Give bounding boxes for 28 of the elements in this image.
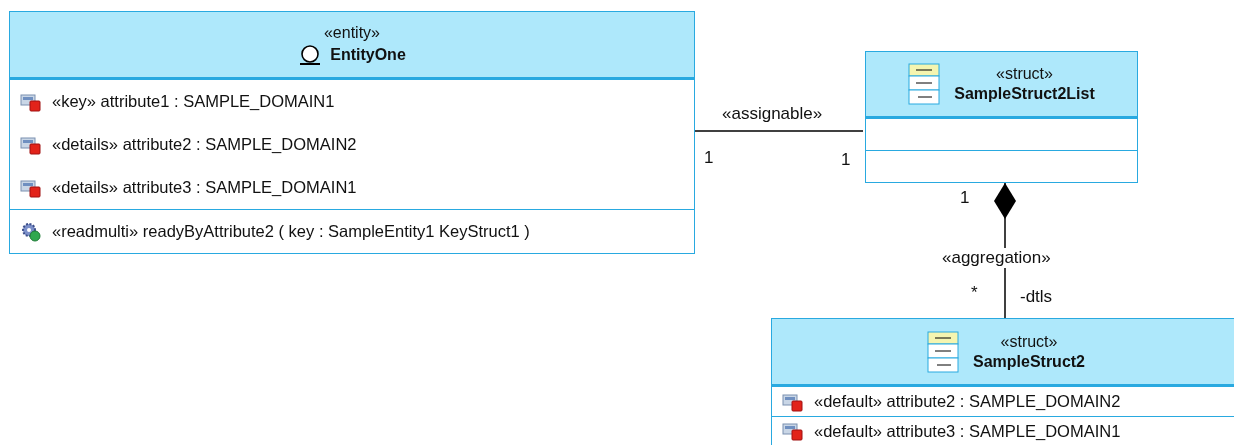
attribute-text: «details» attribute3 : SAMPLE_DOMAIN1 — [52, 178, 357, 197]
stereotype-label: «struct» — [996, 65, 1053, 83]
attribute-icon — [782, 421, 804, 441]
struct-icon — [908, 63, 941, 105]
role-label: -dtls — [1020, 287, 1053, 307]
gear-icon — [20, 220, 42, 243]
connector-stereotype: «aggregation» — [942, 248, 1051, 268]
operation-text: «readmulti» readyByAttribute2 ( key : SampleEntity1 KeyStruct1 ) — [52, 222, 530, 241]
attribute-icon — [20, 91, 42, 112]
attribute-icon — [20, 177, 42, 198]
entity-icon — [298, 43, 323, 66]
multiplicity-label: 1 — [841, 150, 851, 170]
attribute-text: «default» attribute2 : SAMPLE_DOMAIN2 — [814, 392, 1121, 411]
multiplicity-label: * — [971, 283, 978, 303]
multiplicity-label: 1 — [960, 188, 970, 208]
attribute-icon — [20, 134, 42, 155]
stereotype-label: «entity» — [323, 23, 380, 42]
connector-stereotype: «assignable» — [722, 104, 823, 124]
attribute-icon — [782, 391, 804, 412]
attribute-text: «key» attribute1 : SAMPLE_DOMAIN1 — [52, 92, 335, 111]
struct-icon — [926, 330, 959, 373]
class-name: EntityOne — [330, 45, 406, 64]
attribute-text: «details» attribute2 : SAMPLE_DOMAIN2 — [52, 135, 357, 154]
class-name: SampleStruct2 — [972, 352, 1085, 371]
multiplicity-label: 1 — [704, 148, 714, 168]
stereotype-label: «struct» — [1000, 332, 1058, 351]
class-name: SampleStruct2List — [954, 85, 1095, 103]
attribute-text: «default» attribute3 : SAMPLE_DOMAIN1 — [814, 421, 1121, 441]
